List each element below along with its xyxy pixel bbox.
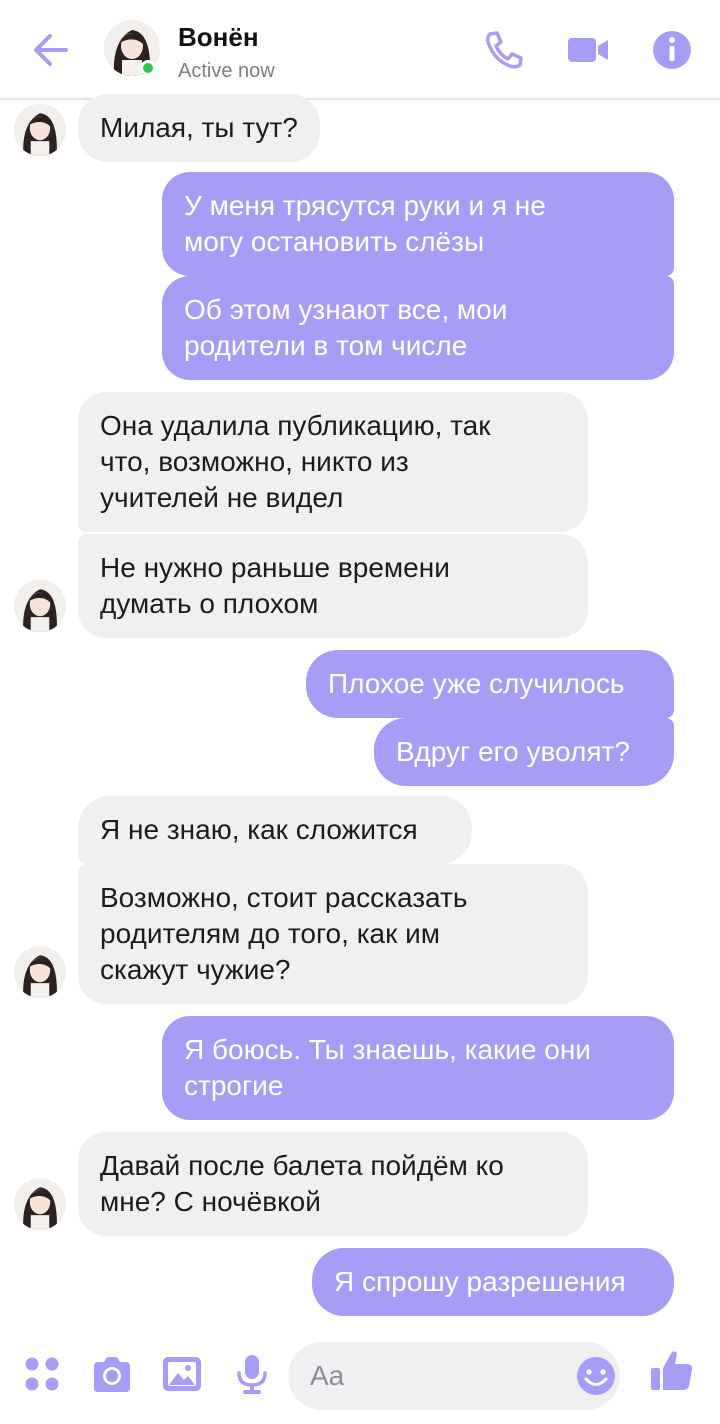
camera-icon[interactable] <box>90 1352 134 1396</box>
message-input[interactable]: Aa <box>288 1342 620 1410</box>
message-bubble-incoming[interactable]: Давай после балета пойдём ко мне? С ночё… <box>78 1132 588 1236</box>
message-bubble-incoming[interactable]: Она удалила публикацию, так что, возможн… <box>78 392 588 532</box>
message-bubble-outgoing[interactable]: Я спрошу разрешения <box>312 1248 674 1316</box>
avatar[interactable] <box>14 946 66 998</box>
online-status-dot <box>140 60 156 76</box>
message-input-placeholder: Aa <box>310 1360 345 1391</box>
contact-name[interactable]: Вонён <box>178 22 259 53</box>
message-bubble-outgoing[interactable]: У меня трясутся руки и я не могу останов… <box>162 172 674 276</box>
message-bubble-incoming[interactable]: Милая, ты тут? <box>78 94 320 162</box>
back-arrow-icon[interactable] <box>28 28 76 72</box>
chat-header: Вонён Active now <box>0 0 720 100</box>
microphone-icon[interactable] <box>230 1352 274 1396</box>
emoji-icon[interactable] <box>574 1354 618 1398</box>
message-bubble-outgoing[interactable]: Плохое уже случилось <box>306 650 674 718</box>
avatar[interactable] <box>14 580 66 632</box>
image-icon[interactable] <box>160 1352 204 1396</box>
composer-bar: Aa <box>0 1330 720 1424</box>
message-bubble-outgoing[interactable]: Вдруг его уволят? <box>374 718 674 786</box>
avatar[interactable] <box>14 1178 66 1230</box>
phone-icon[interactable] <box>482 28 526 72</box>
message-bubble-outgoing[interactable]: Об этом узнают все, мои родители в том ч… <box>162 276 674 380</box>
message-bubble-outgoing[interactable]: Я боюсь. Ты знаешь, какие они строгие <box>162 1016 674 1120</box>
video-icon[interactable] <box>566 28 610 72</box>
apps-icon[interactable] <box>20 1352 64 1396</box>
info-icon[interactable] <box>650 28 694 72</box>
message-bubble-incoming[interactable]: Я не знаю, как сложится <box>78 796 472 864</box>
message-bubble-incoming[interactable]: Возможно, стоит рассказать родителям до … <box>78 864 588 1004</box>
message-bubble-incoming[interactable]: Не нужно раньше времени думать о плохом <box>78 534 588 638</box>
thumbs-up-icon[interactable] <box>648 1346 696 1394</box>
contact-status: Active now <box>178 60 275 82</box>
message-list[interactable]: Милая, ты тут? У меня трясутся руки и я … <box>0 94 720 1320</box>
avatar[interactable] <box>14 104 66 156</box>
